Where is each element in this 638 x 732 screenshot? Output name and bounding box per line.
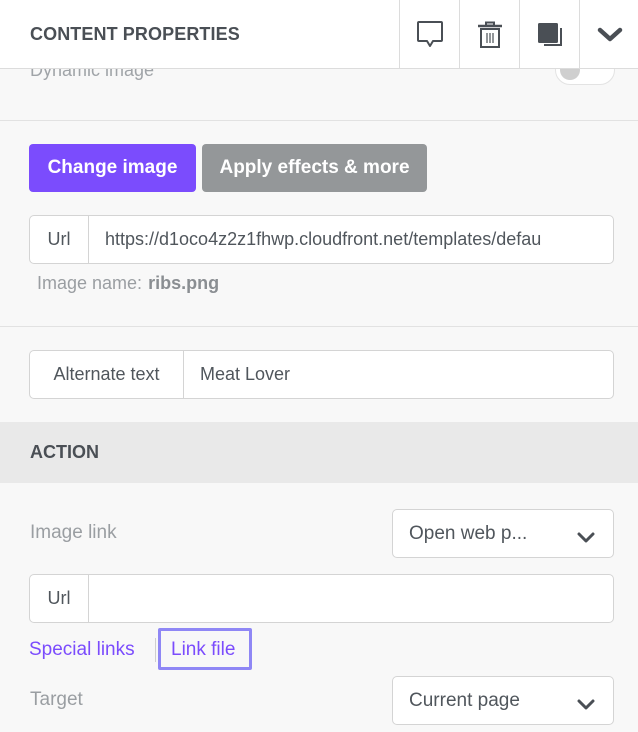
link-url-field[interactable]: Url <box>29 574 614 623</box>
link-url-label: Url <box>30 575 89 622</box>
link-url-input[interactable] <box>89 575 613 622</box>
link-file-link[interactable]: Link file <box>171 639 235 661</box>
content-properties-panel: CONTENT PROPERTIES Dynamic image Change … <box>0 0 638 732</box>
action-section-header: ACTION <box>0 422 638 483</box>
panel-header: CONTENT PROPERTIES <box>0 0 638 69</box>
duplicate-icon <box>536 21 564 49</box>
alternate-text-label: Alternate text <box>30 351 184 398</box>
comment-icon <box>416 20 444 50</box>
target-value: Current page <box>409 689 520 711</box>
chevron-down-icon <box>577 528 595 550</box>
image-name-value: ribs.png <box>148 273 220 293</box>
comment-button[interactable] <box>399 0 459 69</box>
target-label: Target <box>30 689 83 710</box>
delete-button[interactable] <box>459 0 519 69</box>
image-url-input[interactable]: https://d1oco4z2z1fhwp.cloudfront.net/te… <box>89 216 613 263</box>
image-name: Image name: ribs.png <box>37 273 219 294</box>
image-link-select[interactable]: Open web p... <box>392 509 614 558</box>
trash-icon <box>477 21 503 49</box>
image-link-value: Open web p... <box>409 522 528 544</box>
apply-effects-button[interactable]: Apply effects & more <box>202 144 427 192</box>
target-select[interactable]: Current page <box>392 676 614 725</box>
image-link-label: Image link <box>30 522 117 543</box>
divider <box>0 326 638 327</box>
image-name-label: Image name: <box>37 273 143 293</box>
chevron-down-icon <box>597 26 623 44</box>
link-separator <box>155 638 156 662</box>
alternate-text-input[interactable]: Meat Lover <box>184 351 613 398</box>
duplicate-button[interactable] <box>519 0 579 69</box>
panel-title: CONTENT PROPERTIES <box>30 24 240 44</box>
divider <box>0 120 638 121</box>
change-image-button[interactable]: Change image <box>29 144 196 192</box>
special-links-link[interactable]: Special links <box>29 639 135 661</box>
image-url-field[interactable]: Url https://d1oco4z2z1fhwp.cloudfront.ne… <box>29 215 614 264</box>
image-url-label: Url <box>30 216 89 263</box>
alternate-text-field[interactable]: Alternate text Meat Lover <box>29 350 614 399</box>
collapse-button[interactable] <box>579 0 638 69</box>
action-section-title: ACTION <box>30 442 99 462</box>
chevron-down-icon <box>577 695 595 717</box>
